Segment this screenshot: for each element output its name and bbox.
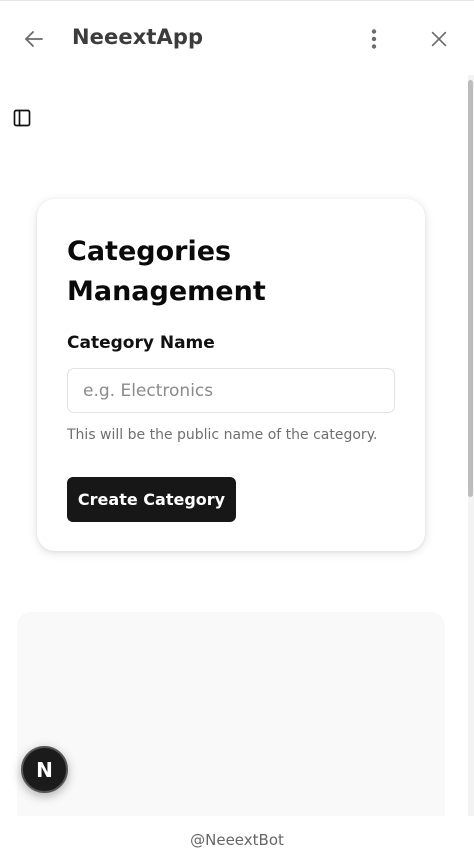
fab-letter: N — [36, 757, 53, 782]
app-footer: @NeeextBot — [0, 816, 474, 864]
close-icon — [431, 31, 447, 47]
bot-username: @NeeextBot — [190, 831, 284, 849]
nextjs-dev-indicator-button[interactable]: N — [21, 746, 68, 793]
back-button[interactable] — [16, 21, 52, 57]
sidebar-toggle-button[interactable] — [11, 107, 33, 129]
scrollbar-thumb[interactable] — [468, 80, 473, 497]
app-header: NeeextApp — [0, 1, 474, 75]
content-placeholder-panel — [17, 612, 445, 816]
category-name-label: Category Name — [67, 333, 215, 353]
more-vertical-icon — [371, 29, 377, 49]
create-category-button[interactable]: Create Category — [67, 477, 236, 522]
arrow-left-icon — [25, 31, 43, 47]
close-button[interactable] — [421, 21, 457, 57]
category-name-input[interactable] — [67, 368, 395, 413]
app-title: NeeextApp — [72, 25, 204, 49]
category-form-card: Categories Management Category Name This… — [37, 199, 425, 551]
more-menu-button[interactable] — [356, 21, 392, 57]
sidebar-panel-icon — [13, 109, 31, 127]
scrollbar-track — [468, 75, 474, 816]
main-content: Categories Management Category Name This… — [0, 75, 474, 816]
category-name-help-text: This will be the public name of the cate… — [67, 427, 378, 443]
page-title: Categories Management — [67, 236, 266, 307]
